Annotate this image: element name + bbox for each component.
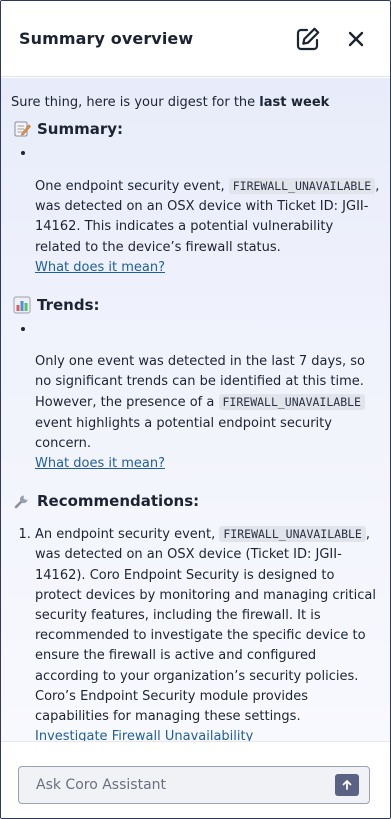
list-item	[21, 327, 380, 346]
recommendations-heading: Recommendations:	[13, 492, 380, 510]
wrench-icon	[14, 495, 28, 509]
chat-footer	[1, 741, 390, 818]
close-button[interactable]	[340, 23, 372, 55]
arrow-up-icon	[342, 780, 352, 790]
event-code: FIREWALL_UNAVAILABLE	[219, 526, 366, 543]
summary-text: One endpoint security event, FIREWALL_UN…	[35, 178, 380, 275]
close-icon	[348, 31, 364, 46]
summary-title: Summary:	[37, 120, 124, 138]
summary-what-link[interactable]: What does it mean?	[35, 260, 165, 275]
ask-input[interactable]	[34, 776, 335, 794]
trends-what-link[interactable]: What does it mean?	[35, 456, 165, 471]
recommendations-list: An endpoint security event, FIREWALL_UNA…	[11, 524, 380, 742]
panel-title: Summary overview	[19, 29, 194, 48]
intro-emphasis: last week	[259, 95, 330, 110]
trends-list	[11, 327, 380, 346]
event-code: FIREWALL_UNAVAILABLE	[218, 394, 365, 411]
list-item	[21, 151, 380, 170]
list-item: An endpoint security event, FIREWALL_UNA…	[35, 524, 380, 742]
recommendations-title: Recommendations:	[37, 492, 200, 511]
intro-text: Sure thing, here is your digest for the …	[11, 95, 330, 110]
edit-button[interactable]	[292, 23, 324, 55]
memo-icon	[14, 121, 31, 137]
summary-heading: Summary:	[13, 120, 380, 138]
bar-chart-icon	[13, 296, 31, 314]
event-code: FIREWALL_UNAVAILABLE	[228, 178, 376, 194]
send-button[interactable]	[335, 774, 359, 796]
digest-content[interactable]: Sure thing, here is your digest for the …	[1, 78, 390, 742]
trends-heading: Trends:	[13, 296, 380, 314]
panel-header: Summary overview	[1, 1, 390, 77]
trends-title: Trends:	[37, 296, 100, 315]
edit-square-icon	[296, 27, 320, 50]
summary-list	[11, 151, 380, 170]
trends-text: Only one event was detected in the last …	[35, 354, 365, 472]
ask-box	[18, 766, 370, 804]
assistant-panel: Summary overview Sure thing, here is you…	[0, 0, 391, 819]
